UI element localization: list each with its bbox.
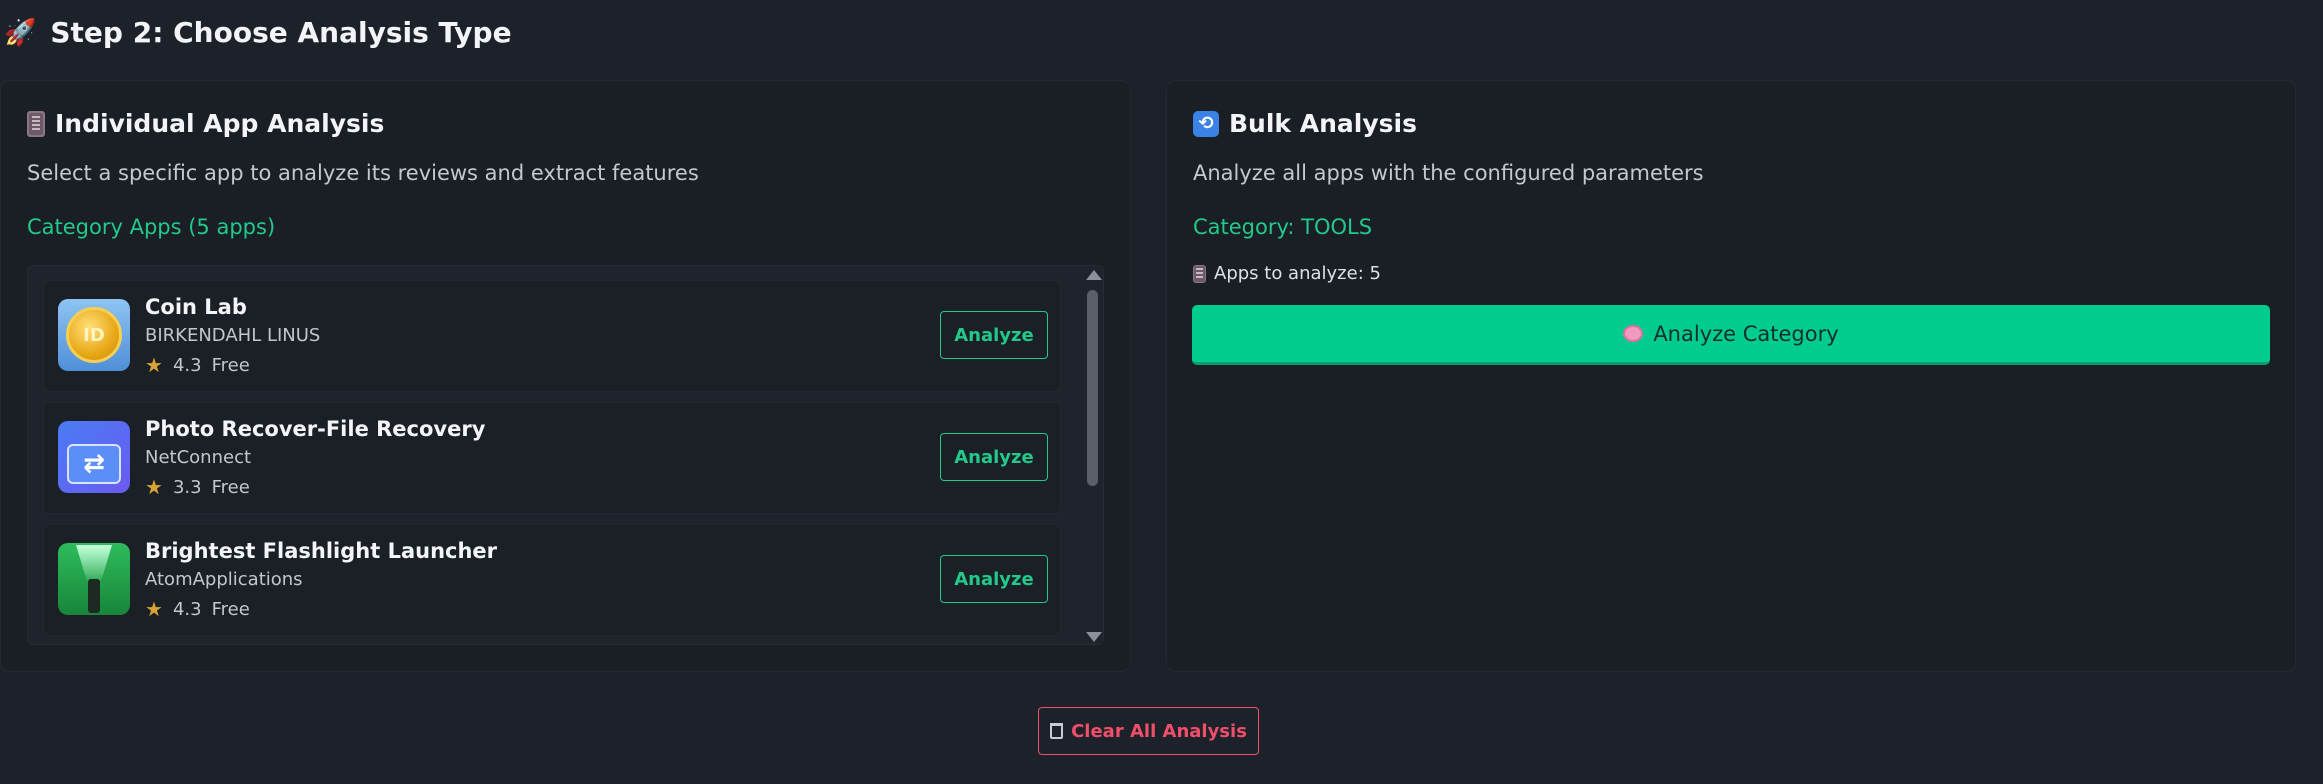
scroll-thumb[interactable] bbox=[1087, 290, 1098, 486]
step-title-text: Step 2: Choose Analysis Type bbox=[50, 16, 512, 49]
individual-description: Select a specific app to analyze its rev… bbox=[27, 161, 699, 185]
app-meta: ★ 4.3 Free bbox=[145, 353, 250, 377]
category-apps-label: Category Apps (5 apps) bbox=[27, 215, 276, 239]
bulk-category-label: Category: TOOLS bbox=[1193, 215, 1373, 239]
bulk-title-text: Bulk Analysis bbox=[1229, 109, 1417, 138]
scroll-up-arrow-icon[interactable] bbox=[1086, 270, 1102, 280]
individual-analysis-panel: Individual App Analysis Select a specifi… bbox=[0, 80, 1131, 672]
app-name: Brightest Flashlight Launcher bbox=[145, 539, 498, 563]
star-icon: ★ bbox=[145, 475, 163, 499]
list-scrollbar[interactable] bbox=[1081, 266, 1103, 644]
app-meta: ★ 3.3 Free bbox=[145, 475, 250, 499]
clear-all-label: Clear All Analysis bbox=[1071, 720, 1247, 742]
star-icon: ★ bbox=[145, 597, 163, 621]
step-title: 🚀 Step 2: Choose Analysis Type bbox=[4, 16, 512, 49]
app-price: Free bbox=[211, 476, 250, 498]
photo-recover-app-icon: ⇄ bbox=[58, 421, 130, 493]
app-rating: 4.3 bbox=[172, 354, 202, 376]
app-meta: ★ 4.3 Free bbox=[145, 597, 250, 621]
bulk-description: Analyze all apps with the configured par… bbox=[1193, 161, 1704, 185]
app-price: Free bbox=[211, 598, 250, 620]
phone-icon bbox=[27, 110, 45, 137]
list-item: Brightest Flashlight Launcher AtomApplic… bbox=[43, 524, 1061, 636]
list-item: ID Coin Lab BIRKENDAHL LINUS ★ 4.3 Free … bbox=[43, 280, 1061, 392]
analyze-button[interactable]: Analyze bbox=[940, 555, 1048, 603]
trash-icon bbox=[1050, 723, 1064, 739]
analyze-button[interactable]: Analyze bbox=[940, 311, 1048, 359]
app-developer: AtomApplications bbox=[145, 569, 303, 590]
phone-icon bbox=[1193, 264, 1206, 283]
app-rating: 4.3 bbox=[172, 598, 202, 620]
star-icon: ★ bbox=[145, 353, 163, 377]
app-list[interactable]: ID Coin Lab BIRKENDAHL LINUS ★ 4.3 Free … bbox=[27, 265, 1104, 645]
clear-all-analysis-button[interactable]: Clear All Analysis bbox=[1038, 707, 1259, 755]
analyze-category-button[interactable]: Analyze Category bbox=[1192, 305, 2270, 365]
app-name: Coin Lab bbox=[145, 295, 247, 319]
analyze-button[interactable]: Analyze bbox=[940, 433, 1048, 481]
list-item: ⇄ Photo Recover-File Recovery NetConnect… bbox=[43, 402, 1061, 514]
refresh-icon: ⟲ bbox=[1193, 110, 1219, 137]
flashlight-app-icon bbox=[58, 543, 130, 615]
scroll-down-arrow-icon[interactable] bbox=[1086, 632, 1102, 642]
individual-title-text: Individual App Analysis bbox=[55, 109, 385, 138]
app-price: Free bbox=[211, 354, 250, 376]
analyze-category-label: Analyze Category bbox=[1653, 321, 1839, 346]
rocket-icon: 🚀 bbox=[4, 17, 37, 48]
app-name: Photo Recover-File Recovery bbox=[145, 417, 486, 441]
bulk-panel-title: ⟲ Bulk Analysis bbox=[1193, 109, 1417, 138]
brain-icon bbox=[1623, 325, 1644, 342]
app-developer: NetConnect bbox=[145, 447, 252, 468]
app-developer: BIRKENDAHL LINUS bbox=[145, 325, 321, 346]
apps-count-text: Apps to analyze: 5 bbox=[1214, 263, 1381, 284]
app-rating: 3.3 bbox=[172, 476, 202, 498]
apps-to-analyze-count: Apps to analyze: 5 bbox=[1193, 263, 1381, 284]
bulk-analysis-panel: ⟲ Bulk Analysis Analyze all apps with th… bbox=[1166, 80, 2296, 672]
coin-lab-app-icon: ID bbox=[58, 299, 130, 371]
individual-panel-title: Individual App Analysis bbox=[27, 109, 384, 138]
